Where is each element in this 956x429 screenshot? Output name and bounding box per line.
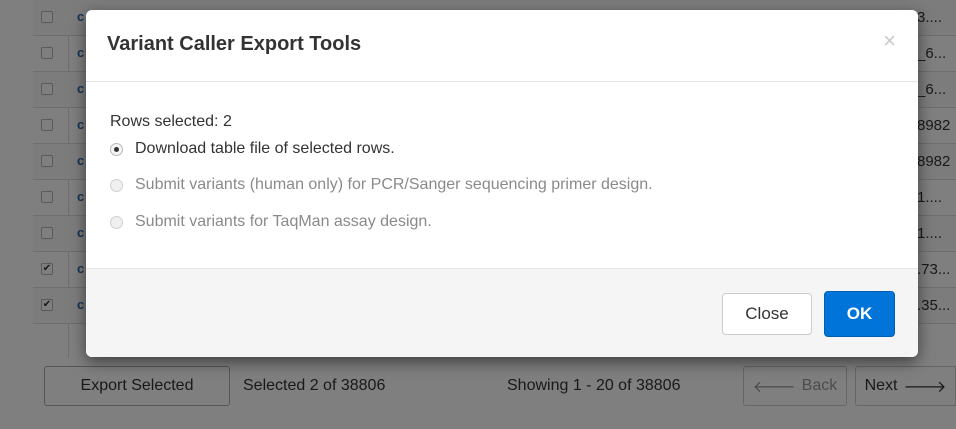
option-taqman: Submit variants for TaqMan assay design. bbox=[110, 213, 432, 231]
ok-button[interactable]: OK bbox=[824, 291, 895, 337]
close-button[interactable]: Close bbox=[722, 293, 812, 335]
modal-footer: Close OK bbox=[86, 268, 918, 357]
option-download-table[interactable]: Download table file of selected rows. bbox=[110, 140, 395, 158]
option-label: Submit variants (human only) for PCR/San… bbox=[135, 176, 653, 193]
radio-button-selected[interactable] bbox=[110, 142, 123, 156]
export-tools-dialog: Variant Caller Export Tools × Rows selec… bbox=[86, 10, 918, 357]
option-label: Submit variants for TaqMan assay design. bbox=[135, 213, 432, 230]
radio-button bbox=[110, 215, 123, 229]
modal-title: Variant Caller Export Tools bbox=[107, 33, 362, 55]
radio-dot bbox=[114, 146, 119, 152]
rows-selected-text: Rows selected: 2 bbox=[110, 113, 232, 130]
modal-body: Rows selected: 2 Download table file of … bbox=[86, 82, 918, 268]
close-icon[interactable]: × bbox=[883, 30, 896, 52]
modal-header: Variant Caller Export Tools × bbox=[86, 10, 918, 82]
radio-button bbox=[110, 178, 123, 192]
option-pcr-sanger: Submit variants (human only) for PCR/San… bbox=[110, 176, 653, 194]
option-label: Download table file of selected rows. bbox=[135, 140, 395, 157]
